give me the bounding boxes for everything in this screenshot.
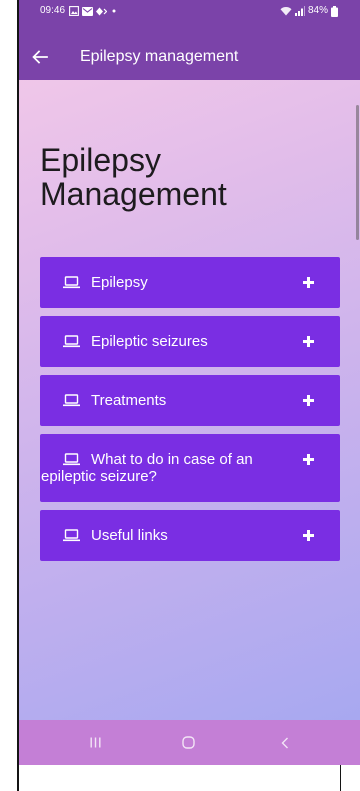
arrow-left-icon[interactable] bbox=[31, 48, 49, 66]
laptop-icon bbox=[63, 394, 80, 407]
mail-icon bbox=[82, 6, 93, 16]
recents-icon bbox=[90, 737, 100, 748]
section-useful-links[interactable]: Useful links bbox=[40, 510, 340, 561]
system-nav-bar bbox=[19, 720, 360, 765]
back-icon bbox=[281, 737, 288, 748]
section-treatments[interactable]: Treatments bbox=[40, 375, 340, 426]
home-button[interactable] bbox=[168, 720, 208, 765]
page-content: Epilepsy Management Epilepsy Epileptic s… bbox=[19, 80, 360, 720]
laptop-icon bbox=[63, 453, 80, 466]
wifi-icon bbox=[280, 7, 292, 16]
app-bar-title: Epilepsy management bbox=[80, 48, 239, 65]
section-title: Treatments bbox=[41, 392, 288, 409]
screenshot-border-right bbox=[340, 765, 341, 791]
section-label: Epilepsy bbox=[91, 274, 148, 291]
status-bar: 09:46 84% bbox=[19, 0, 360, 22]
recents-button[interactable] bbox=[75, 720, 115, 765]
laptop-icon bbox=[63, 335, 80, 348]
section-label: Useful links bbox=[91, 527, 168, 544]
section-epilepsy[interactable]: Epilepsy bbox=[40, 257, 340, 308]
section-title: What to do in case of an epileptic seizu… bbox=[41, 451, 288, 485]
plus-icon[interactable] bbox=[303, 395, 314, 406]
section-title: Useful links bbox=[41, 527, 288, 544]
scrollbar-thumb[interactable] bbox=[356, 105, 359, 240]
section-label: Treatments bbox=[91, 392, 167, 409]
section-title: Epileptic seizures bbox=[41, 333, 288, 350]
signal-icon bbox=[294, 6, 305, 16]
plus-icon[interactable] bbox=[303, 454, 314, 465]
plus-icon[interactable] bbox=[303, 336, 314, 347]
plus-icon[interactable] bbox=[303, 277, 314, 288]
section-seizure-first-aid[interactable]: What to do in case of an epileptic seizu… bbox=[40, 434, 340, 502]
app-header: 09:46 84% Epilepsy management bbox=[19, 0, 360, 80]
battery-level: 84% bbox=[307, 5, 328, 16]
section-title: Epilepsy bbox=[41, 274, 288, 291]
section-epileptic-seizures[interactable]: Epileptic seizures bbox=[40, 316, 340, 367]
status-app-icon bbox=[96, 7, 107, 15]
status-notification-icons bbox=[69, 5, 116, 17]
battery-icon bbox=[331, 5, 338, 17]
page-title: Epilepsy Management bbox=[40, 142, 227, 212]
status-system-icons: 84% bbox=[280, 5, 338, 17]
status-time: 09:46 bbox=[40, 5, 66, 16]
laptop-icon bbox=[63, 276, 80, 289]
plus-icon[interactable] bbox=[303, 530, 314, 541]
laptop-icon bbox=[63, 529, 80, 542]
gallery-icon bbox=[69, 6, 79, 16]
back-button[interactable] bbox=[265, 720, 305, 765]
section-list: Epilepsy Epileptic seizures Treatments W… bbox=[40, 257, 340, 569]
section-label: Epileptic seizures bbox=[91, 333, 208, 350]
phone-screen: 09:46 84% Epilepsy management Epilepsy M… bbox=[19, 0, 360, 765]
home-icon bbox=[181, 736, 195, 749]
dot-icon bbox=[112, 9, 116, 13]
